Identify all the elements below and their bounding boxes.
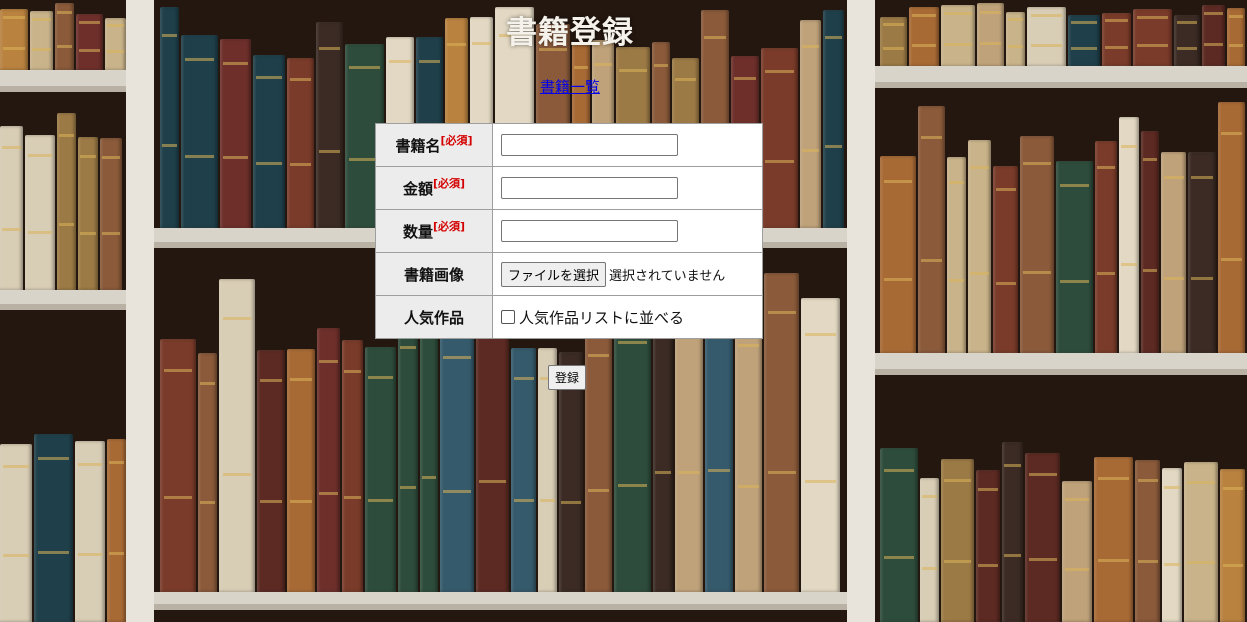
field-cell-price [492, 166, 763, 210]
choose-file-button[interactable]: ファイルを選択 [501, 261, 607, 287]
field-label-text: 金額 [402, 179, 433, 198]
book-registration-page: 書籍登録 書籍一覧 書籍名[必須] 金額[必須] 数量[必須] 書籍画像 ファイ… [0, 0, 1247, 622]
field-cell-quantity [492, 209, 763, 253]
field-label-text: 書籍画像 [403, 265, 464, 284]
field-label-quantity: 数量[必須] [375, 209, 493, 253]
field-label-image: 書籍画像 [375, 252, 493, 296]
popular-checkbox-label[interactable]: 人気作品リストに並べる [519, 309, 684, 327]
form-row-price: 金額[必須] [375, 166, 763, 210]
register-button[interactable]: 登録 [548, 365, 587, 390]
file-status-text: 選択されていません [609, 268, 726, 284]
field-cell-title [492, 123, 763, 167]
registration-form-table: 書籍名[必須] 金額[必須] 数量[必須] 書籍画像 ファイルを選択 選択されて… [375, 123, 763, 339]
field-cell-popular: 人気作品リストに並べる [492, 295, 763, 339]
book-title-input[interactable] [501, 134, 678, 156]
price-input[interactable] [501, 177, 678, 199]
form-row-popular: 人気作品 人気作品リストに並べる [375, 295, 763, 339]
popular-checkbox[interactable] [501, 310, 515, 324]
field-label-text: 人気作品 [403, 308, 464, 327]
book-list-link[interactable]: 書籍一覧 [0, 76, 1140, 97]
quantity-input[interactable] [501, 220, 678, 242]
required-mark: [必須] [440, 133, 473, 147]
form-row-image: 書籍画像 ファイルを選択 選択されていません [375, 252, 763, 296]
field-cell-image: ファイルを選択 選択されていません [492, 252, 763, 296]
field-label-title: 書籍名[必須] [375, 123, 493, 167]
field-label-popular: 人気作品 [375, 295, 493, 339]
form-row-title: 書籍名[必須] [375, 123, 763, 167]
required-mark: [必須] [432, 219, 466, 233]
page-title: 書籍登録 [506, 15, 634, 51]
field-label-price: 金額[必須] [375, 166, 493, 210]
field-label-text: 書籍名 [395, 136, 441, 155]
form-row-quantity: 数量[必須] [375, 209, 763, 253]
required-mark: [必須] [432, 176, 466, 190]
field-label-text: 数量 [402, 222, 433, 241]
